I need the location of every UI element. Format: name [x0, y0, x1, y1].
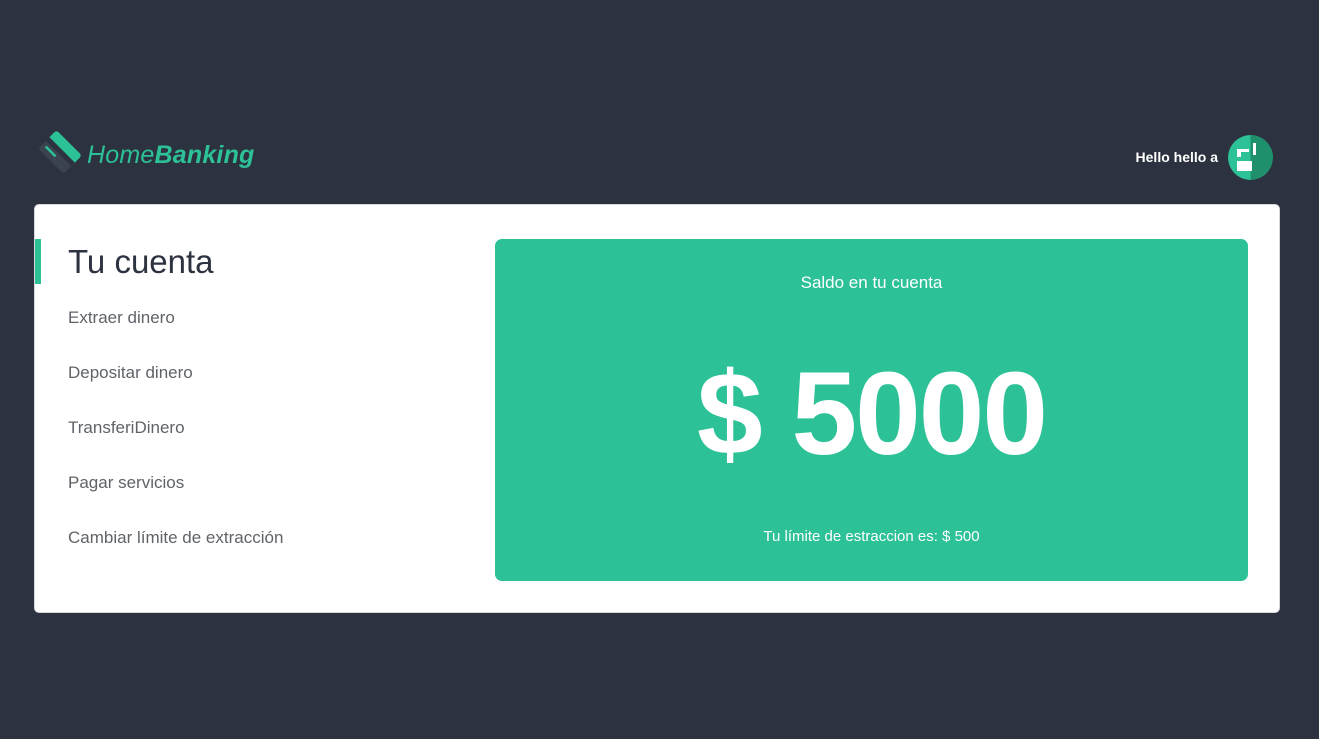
user-menu[interactable]: Hello hello a: [1136, 134, 1273, 180]
page-title: Tu cuenta: [68, 243, 214, 280]
title-accent-bar: [35, 239, 41, 284]
balance-amount: $ 5000: [697, 348, 1048, 480]
logo[interactable]: HomeBanking: [37, 128, 255, 176]
account-menu: Extraer dinero Depositar dinero Transfer…: [68, 301, 283, 576]
credit-card-icon: [39, 131, 81, 173]
balance-panel: Saldo en tu cuenta $ 5000 Tu límite de e…: [495, 239, 1248, 581]
menu-item-cambiar-limite[interactable]: Cambiar límite de extracción: [68, 521, 283, 576]
logo-text: HomeBanking: [87, 141, 255, 170]
menu-item-pagar-servicios[interactable]: Pagar servicios: [68, 466, 283, 521]
menu-item-transferir-dinero[interactable]: TransferiDinero: [68, 411, 283, 466]
logo-text-home: Home: [87, 140, 155, 169]
balance-label: Saldo en tu cuenta: [800, 273, 943, 292]
menu-item-depositar-dinero[interactable]: Depositar dinero: [68, 356, 283, 411]
logo-text-banking: Banking: [154, 140, 255, 169]
extraction-limit-text: Tu límite de estraccion es: $ 500: [763, 528, 980, 545]
user-greeting: Hello hello a: [1135, 149, 1218, 165]
account-card: Tu cuenta Extraer dinero Depositar diner…: [34, 204, 1280, 613]
menu-item-extraer-dinero[interactable]: Extraer dinero: [68, 301, 283, 356]
user-avatar-icon[interactable]: [1228, 134, 1273, 180]
